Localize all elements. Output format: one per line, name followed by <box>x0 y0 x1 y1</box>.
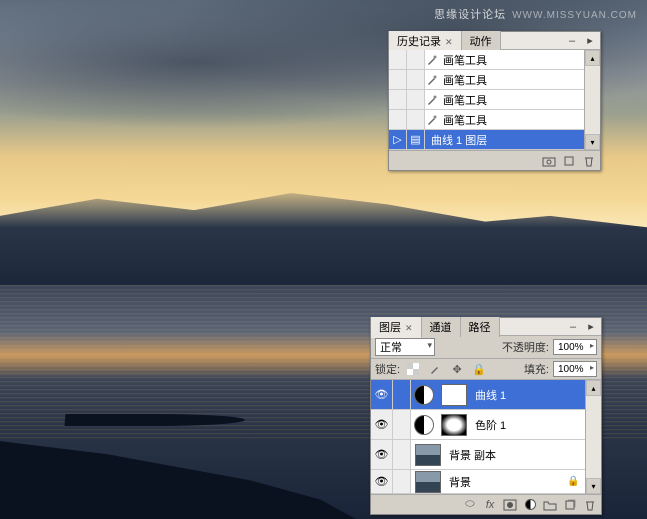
history-item[interactable]: 画笔工具 <box>389 70 584 90</box>
visibility-toggle[interactable]: 👁 <box>371 410 393 439</box>
history-titlebar: 历史记录✕ 动作 – ▸ <box>389 32 600 50</box>
visibility-toggle[interactable]: 👁 <box>371 440 393 469</box>
layer-mask-button[interactable] <box>501 497 519 513</box>
scrollbar[interactable]: ▴ ▾ <box>585 380 601 494</box>
close-icon[interactable]: ✕ <box>445 37 453 47</box>
lock-label: 锁定: <box>375 361 400 377</box>
brush-icon <box>425 53 439 67</box>
mask-thumbnail[interactable] <box>441 414 467 436</box>
scroll-down-button[interactable]: ▾ <box>586 478 601 494</box>
layer-row[interactable]: 👁 背景 副本 <box>371 440 585 470</box>
opacity-input[interactable]: 100% <box>553 339 597 355</box>
blend-mode-select[interactable]: 正常 <box>375 338 435 356</box>
lock-transparent-button[interactable] <box>404 361 422 377</box>
tab-history[interactable]: 历史记录✕ <box>389 31 462 52</box>
layer-row[interactable]: 👁 色阶 1 <box>371 410 585 440</box>
layers-list: 👁 曲线 1 👁 色阶 1 👁 背景 副本 👁 <box>371 380 585 494</box>
layers-panel: 图层✕ 通道 路径 – ▸ 正常 不透明度: 100% 锁定: ✥ 🔒 填充: … <box>370 317 602 515</box>
minimize-button[interactable]: – <box>564 34 580 48</box>
history-item[interactable]: ▷ ▤ 曲线 1 图层 <box>389 130 584 150</box>
history-panel: 历史记录✕ 动作 – ▸ 画笔工具 画笔工具 画笔工具 <box>388 31 601 171</box>
layers-titlebar: 图层✕ 通道 路径 – ▸ <box>371 318 601 336</box>
fill-input[interactable]: 100% <box>553 361 597 377</box>
close-icon[interactable]: ✕ <box>405 323 413 333</box>
link-layers-button[interactable]: ⬭ <box>461 497 479 513</box>
delete-button[interactable] <box>580 153 598 169</box>
adjustment-layer-button[interactable] <box>521 497 539 513</box>
layer-row[interactable]: 👁 曲线 1 <box>371 380 585 410</box>
new-layer-button[interactable] <box>561 497 579 513</box>
history-footer <box>389 150 600 170</box>
mask-thumbnail[interactable] <box>441 384 467 406</box>
tab-layers[interactable]: 图层✕ <box>371 317 422 338</box>
delete-layer-button[interactable] <box>581 497 599 513</box>
new-snapshot-button[interactable] <box>540 153 558 169</box>
tab-channels[interactable]: 通道 <box>422 317 461 337</box>
brush-icon <box>425 113 439 127</box>
adjustment-icon <box>414 385 434 405</box>
link-column[interactable] <box>393 380 411 409</box>
layers-footer: ⬭ fx <box>371 494 601 514</box>
layer-row[interactable]: 👁 背景 🔒 <box>371 470 585 494</box>
minimize-button[interactable]: – <box>565 320 581 334</box>
link-column[interactable] <box>393 470 411 493</box>
opacity-label: 不透明度: <box>502 339 549 355</box>
history-item[interactable]: 画笔工具 <box>389 90 584 110</box>
lock-image-button[interactable] <box>426 361 444 377</box>
link-column[interactable] <box>393 410 411 439</box>
adjustment-icon <box>414 415 434 435</box>
lock-all-button[interactable]: 🔒 <box>470 361 488 377</box>
visibility-toggle[interactable]: 👁 <box>371 470 393 493</box>
new-document-button[interactable] <box>560 153 578 169</box>
scrollbar[interactable]: ▴ ▾ <box>584 50 600 150</box>
brush-icon <box>425 93 439 107</box>
layer-thumbnail[interactable] <box>415 444 441 466</box>
layer-thumbnail[interactable] <box>415 471 441 493</box>
flyout-menu-button[interactable]: ▸ <box>583 320 599 334</box>
history-list: 画笔工具 画笔工具 画笔工具 画笔工具 ▷ ▤ 曲线 1 图层 <box>389 50 584 150</box>
history-item[interactable]: 画笔工具 <box>389 110 584 130</box>
layer-effects-button[interactable]: fx <box>481 497 499 513</box>
lock-position-button[interactable]: ✥ <box>448 361 466 377</box>
fill-label: 填充: <box>524 361 549 377</box>
tab-actions[interactable]: 动作 <box>462 31 501 51</box>
layer-icon: ▤ <box>407 130 425 149</box>
lock-icon: 🔒 <box>567 476 579 488</box>
scroll-up-button[interactable]: ▴ <box>585 50 600 66</box>
layer-group-button[interactable] <box>541 497 559 513</box>
scroll-down-button[interactable]: ▾ <box>585 134 600 150</box>
scroll-up-button[interactable]: ▴ <box>586 380 601 396</box>
history-marker-icon[interactable]: ▷ <box>389 130 407 149</box>
tab-paths[interactable]: 路径 <box>461 317 500 337</box>
watermark: 思缘设计论坛WWW.MISSYUAN.COM <box>434 6 637 22</box>
brush-icon <box>425 73 439 87</box>
link-column[interactable] <box>393 440 411 469</box>
visibility-toggle[interactable]: 👁 <box>371 380 393 409</box>
flyout-menu-button[interactable]: ▸ <box>582 34 598 48</box>
history-item[interactable]: 画笔工具 <box>389 50 584 70</box>
